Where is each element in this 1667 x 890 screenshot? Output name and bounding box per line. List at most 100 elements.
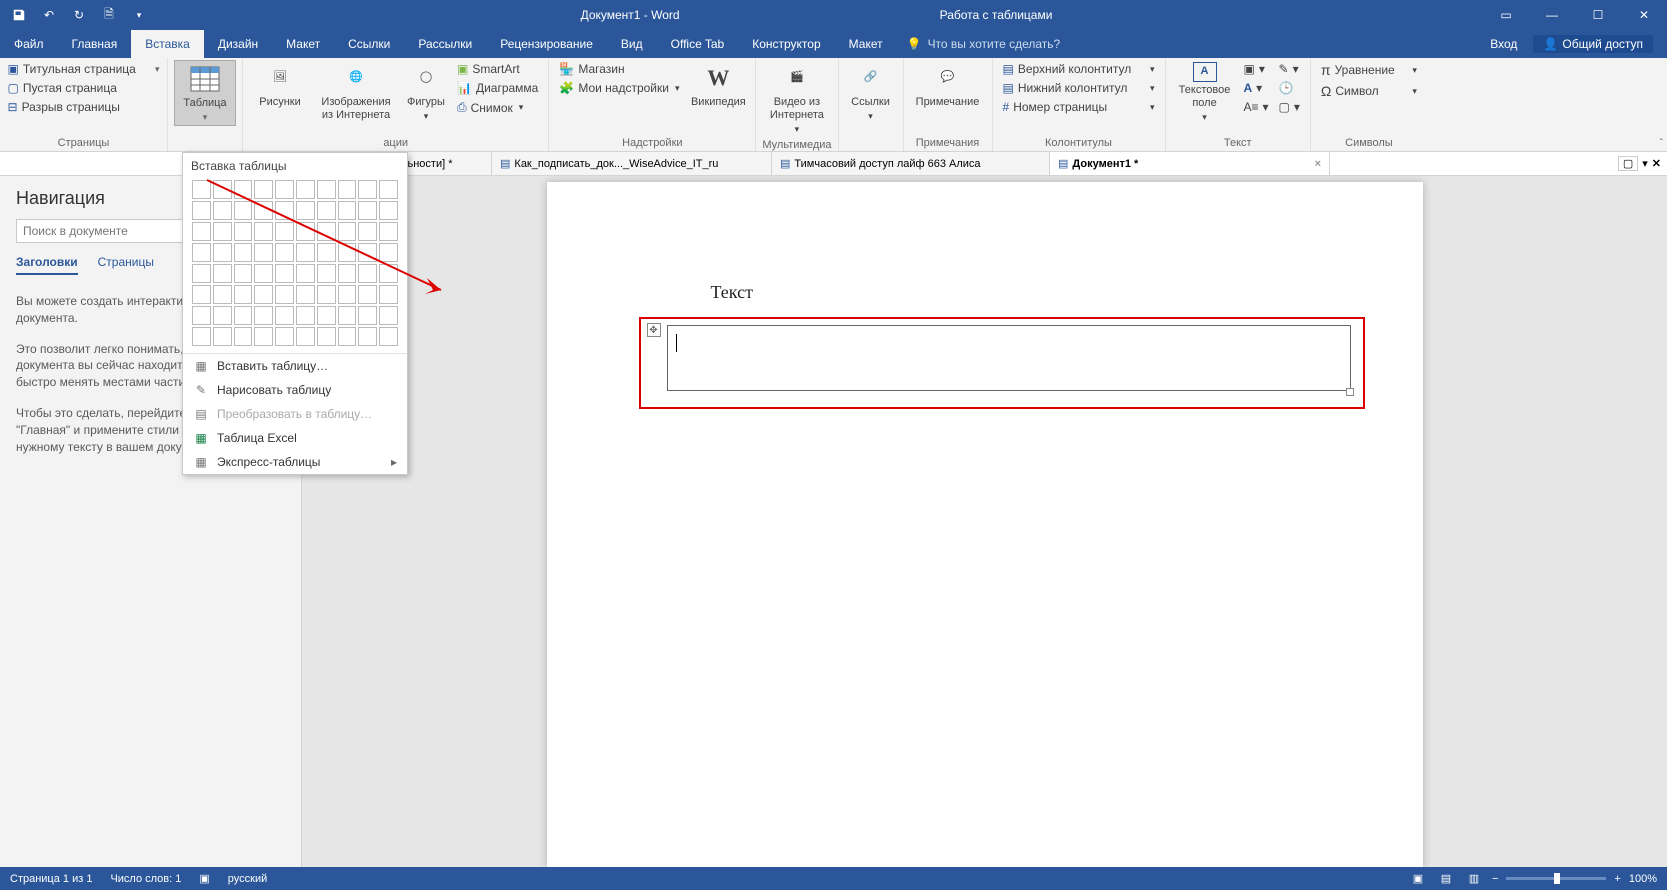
page-number-button[interactable]: #Номер страницы▾ — [999, 98, 1159, 116]
wordart-button[interactable]: A▾ — [1240, 79, 1273, 97]
preview-icon[interactable]: 🗎 — [98, 4, 120, 26]
body-text[interactable]: Текст — [711, 282, 1365, 303]
document-area[interactable]: Текст ✥ — [302, 176, 1667, 867]
tab-layout2[interactable]: Макет — [835, 30, 897, 58]
menu-excel-table[interactable]: ▦Таблица Excel — [183, 426, 407, 450]
textbox-button[interactable]: AТекстовое поле▾ — [1172, 60, 1238, 125]
dropcap-button[interactable]: A≡▾ — [1240, 98, 1273, 116]
shapes-button[interactable]: ◯Фигуры▾ — [401, 60, 451, 124]
chart-button[interactable]: 📊Диаграмма — [453, 79, 542, 97]
print-layout-icon[interactable]: ▤ — [1436, 871, 1456, 887]
tab-close-icon[interactable]: × — [1315, 158, 1321, 170]
pictures-button[interactable]: 🖼Рисунки — [249, 60, 311, 111]
comment-button[interactable]: 💬Примечание — [910, 60, 986, 111]
page-break-button[interactable]: ⊟Разрыв страницы — [4, 98, 164, 116]
nav-tab-pages[interactable]: Страницы — [98, 255, 154, 275]
undo-icon[interactable]: ↶ — [38, 4, 60, 26]
tell-me-input[interactable] — [928, 37, 1128, 51]
cover-page-icon: ▣ — [8, 62, 19, 76]
read-mode-icon[interactable]: ▣ — [1408, 871, 1428, 887]
wikipedia-button[interactable]: WВикипедия — [687, 60, 749, 111]
doc-tab-4[interactable]: ▤Документ1 *× — [1050, 152, 1330, 175]
menu-draw-table[interactable]: ✎Нарисовать таблицу — [183, 378, 407, 402]
wikipedia-icon: W — [702, 62, 734, 94]
maximize-icon[interactable]: ☐ — [1575, 0, 1621, 30]
equation-button[interactable]: πУравнение▾ — [1317, 60, 1421, 80]
smartart-button[interactable]: ▣SmartArt — [453, 60, 542, 78]
table-resize-handle-icon[interactable] — [1346, 388, 1354, 396]
status-wordcount[interactable]: Число слов: 1 — [110, 873, 181, 885]
datetime-button[interactable]: 🕒 — [1275, 79, 1304, 97]
text-cursor — [676, 334, 677, 352]
store-button[interactable]: 🏪Магазин — [555, 60, 685, 78]
tab-dropdown-icon[interactable]: ▾ — [1642, 157, 1648, 170]
my-addins-button[interactable]: 🧩Мои надстройки▾ — [555, 79, 685, 97]
online-pictures-label: Изображения из Интернета — [319, 96, 393, 122]
menu-insert-table[interactable]: ▦Вставить таблицу… — [183, 354, 407, 378]
chart-label: Диаграмма — [476, 81, 538, 95]
share-button[interactable]: 👤 Общий доступ — [1533, 35, 1653, 53]
symbol-button[interactable]: ΩСимвол▾ — [1317, 81, 1421, 101]
collapse-ribbon-icon[interactable]: ˆ — [1660, 138, 1663, 149]
tab-design[interactable]: Дизайн — [204, 30, 272, 58]
new-tab-icon[interactable]: ▢ — [1618, 156, 1638, 171]
tab-file[interactable]: Файл — [0, 30, 58, 58]
tab-home[interactable]: Главная — [58, 30, 132, 58]
tell-me[interactable]: 💡 — [897, 30, 1491, 58]
doc-tab-2[interactable]: ▤Как_подписать_док..._WiseAdvice_IT_ru — [492, 152, 772, 175]
qat-more-icon[interactable]: ▾ — [128, 4, 150, 26]
blank-page-icon: ▢ — [8, 81, 19, 95]
video-label: Видео из Интернета — [769, 96, 825, 122]
status-page[interactable]: Страница 1 из 1 — [10, 873, 92, 885]
close-icon[interactable]: ✕ — [1621, 0, 1667, 30]
table-dropdown-menu: Вставка таблицы ▦Вставить таблицу… ✎Нари… — [182, 152, 408, 475]
signature-button[interactable]: ✎▾ — [1275, 60, 1304, 78]
tab-layout[interactable]: Макет — [272, 30, 334, 58]
tab-officetab[interactable]: Office Tab — [657, 30, 739, 58]
web-layout-icon[interactable]: ▥ — [1464, 871, 1484, 887]
tab-view[interactable]: Вид — [607, 30, 657, 58]
zoom-in-icon[interactable]: + — [1614, 873, 1620, 885]
object-button[interactable]: ▢▾ — [1275, 98, 1304, 116]
nav-tab-headings[interactable]: Заголовки — [16, 255, 78, 275]
tab-mailings[interactable]: Рассылки — [404, 30, 486, 58]
header-button[interactable]: ▤Верхний колонтитул▾ — [999, 60, 1159, 78]
ribbon-display-options-icon[interactable]: ▭ — [1483, 0, 1529, 30]
table-move-handle-icon[interactable]: ✥ — [647, 323, 661, 337]
menu-draw-table-label: Нарисовать таблицу — [217, 383, 331, 397]
status-proofing-icon[interactable]: ▣ — [199, 872, 209, 885]
smartart-icon: ▣ — [457, 62, 468, 76]
word-icon: ▤ — [780, 157, 790, 170]
blank-page-button[interactable]: ▢Пустая страница — [4, 79, 164, 97]
table-size-grid[interactable] — [183, 179, 407, 353]
redo-icon[interactable]: ↻ — [68, 4, 90, 26]
my-addins-label: Мои надстройки — [578, 81, 669, 95]
tab-review[interactable]: Рецензирование — [486, 30, 607, 58]
cover-page-button[interactable]: ▣Титульная страница▾ — [4, 60, 164, 78]
menu-quick-tables[interactable]: ▦Экспресс-таблицы▸ — [183, 450, 407, 474]
screenshot-button[interactable]: ⎙Снимок▾ — [453, 98, 542, 117]
doc-tab-3[interactable]: ▤Тимчасовий доступ лайф 663 Алиса — [772, 152, 1050, 175]
illustrations-group-label: ации — [249, 135, 542, 151]
online-video-button[interactable]: 🎬Видео из Интернета▾ — [763, 60, 831, 137]
comment-label: Примечание — [916, 96, 980, 109]
save-icon[interactable] — [8, 4, 30, 26]
minimize-icon[interactable]: — — [1529, 0, 1575, 30]
tabs-close-icon[interactable]: ✕ — [1652, 157, 1661, 170]
status-language[interactable]: русский — [228, 873, 267, 885]
zoom-level[interactable]: 100% — [1629, 873, 1657, 885]
table-button[interactable]: Таблица ▾ — [174, 60, 236, 126]
quickparts-button[interactable]: ▣▾ — [1240, 60, 1273, 78]
links-button[interactable]: 🔗Ссылки▾ — [845, 60, 897, 124]
zoom-slider[interactable] — [1506, 877, 1606, 880]
tab-references[interactable]: Ссылки — [334, 30, 404, 58]
tab-constructor[interactable]: Конструктор — [738, 30, 834, 58]
footer-button[interactable]: ▤Нижний колонтитул▾ — [999, 79, 1159, 97]
zoom-out-icon[interactable]: − — [1492, 873, 1498, 885]
page: Текст ✥ — [547, 182, 1423, 867]
inserted-table[interactable] — [667, 325, 1351, 391]
tab-insert[interactable]: Вставка — [131, 30, 204, 58]
online-pictures-button[interactable]: 🌐Изображения из Интернета — [313, 60, 399, 124]
page-number-icon: # — [1003, 100, 1010, 114]
sign-in-link[interactable]: Вход — [1490, 37, 1517, 51]
